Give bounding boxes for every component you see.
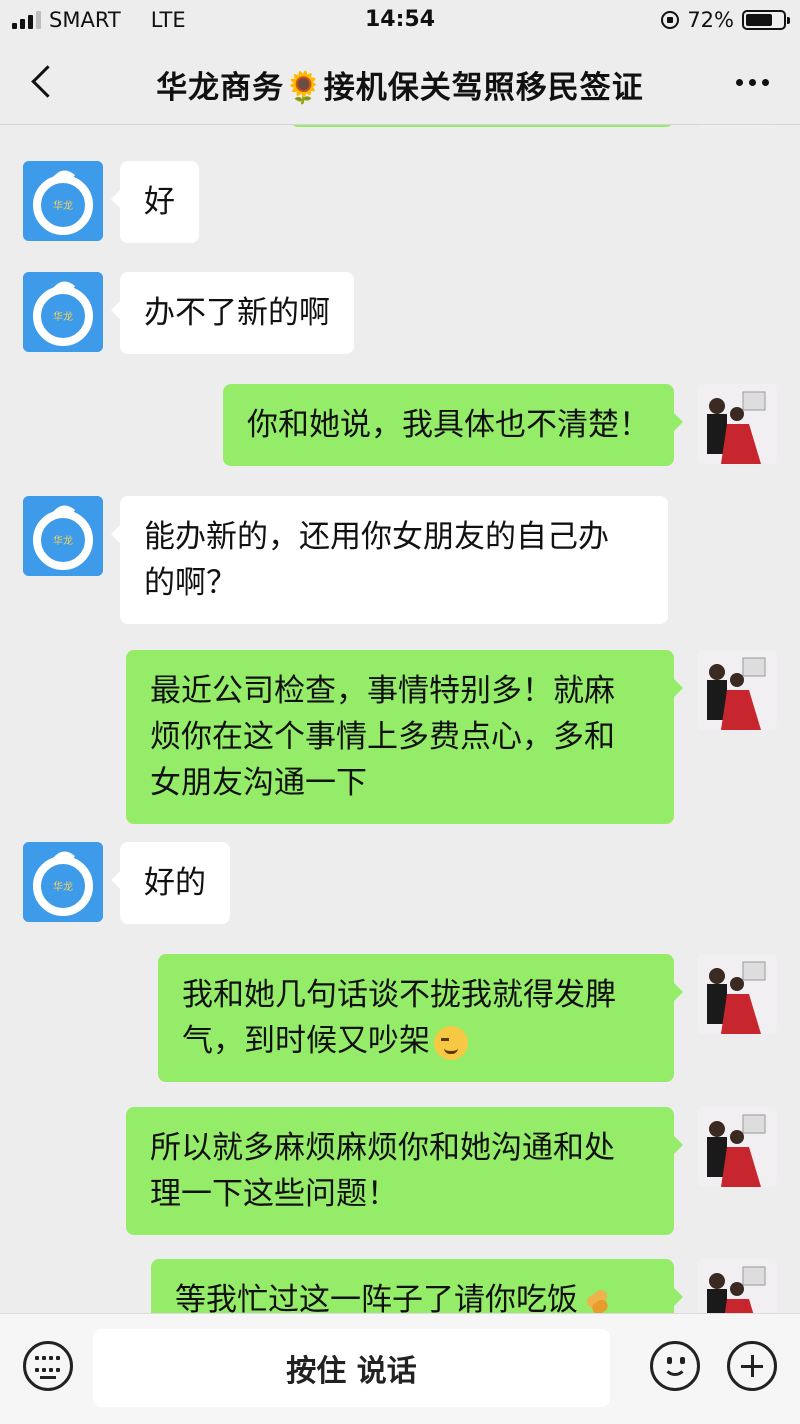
pinching-hand-icon (582, 1287, 612, 1314)
emoji-icon[interactable] (650, 1341, 700, 1391)
chat-header: 华龙商务🌻接机保关驾照移民签证 (0, 40, 800, 125)
message-bubble[interactable]: 最近公司检查，事情特别多！就麻 烦你在这个事情上多费点心，多和 女朋友沟通一下 (126, 650, 683, 824)
hold-to-talk-button[interactable]: 按住 说话 (93, 1329, 610, 1407)
avatar-partial (697, 125, 777, 127)
message-bubble[interactable]: 你和她说，我具体也不清楚！ (223, 384, 683, 466)
message-bubble[interactable]: 办不了新的啊 (111, 272, 354, 354)
message-bubble[interactable]: 我和她几句话谈不拢我就得发脾 气，到时候又吵架 (158, 954, 683, 1082)
message-bubble[interactable]: 等我忙过这一阵子了请你吃饭 (151, 1259, 683, 1314)
contact-avatar[interactable]: 华龙 (23, 272, 103, 352)
plus-icon[interactable] (727, 1341, 777, 1391)
contact-avatar[interactable]: 华龙 (23, 161, 103, 241)
battery-icon (742, 10, 790, 30)
svg-text:华龙: 华龙 (53, 880, 73, 893)
message-bubble[interactable]: 好 (111, 161, 199, 243)
message-bubble[interactable]: 好的 (111, 842, 230, 924)
contact-avatar[interactable]: 华龙 (23, 496, 103, 576)
battery-percent: 72% (687, 8, 734, 32)
svg-text:华龙: 华龙 (53, 310, 73, 323)
unamused-face-icon (434, 1025, 468, 1060)
message-bubble[interactable]: 能办新的，还用你女朋友的自己办 的啊？ (111, 496, 668, 624)
rotation-lock-icon (661, 11, 680, 29)
my-avatar[interactable] (697, 954, 777, 1034)
input-bar: 按住 说话 (0, 1313, 800, 1424)
chat-title: 华龙商务🌻接机保关驾照移民签证 (156, 70, 644, 106)
contact-avatar[interactable]: 华龙 (23, 842, 103, 922)
my-avatar[interactable] (697, 1259, 777, 1313)
svg-text:华龙: 华龙 (53, 534, 73, 547)
message-list[interactable]: 华龙 好 华龙 办不了新的啊 你和她说，我具体也不清楚！ 华龙 能办新的，还用你… (0, 125, 800, 1313)
my-avatar[interactable] (697, 650, 777, 730)
message-bubble[interactable]: 所以就多麻烦麻烦你和她沟通和处 理一下这些问题！ (126, 1107, 683, 1235)
keyboard-icon[interactable] (23, 1341, 73, 1391)
status-bar: SMART LTE 14:54 72% (0, 0, 800, 40)
my-avatar[interactable] (697, 1107, 777, 1187)
svg-text:华龙: 华龙 (53, 199, 73, 212)
message-bubble-partial (290, 125, 674, 127)
my-avatar[interactable] (697, 384, 777, 464)
more-options-icon[interactable] (728, 62, 776, 102)
